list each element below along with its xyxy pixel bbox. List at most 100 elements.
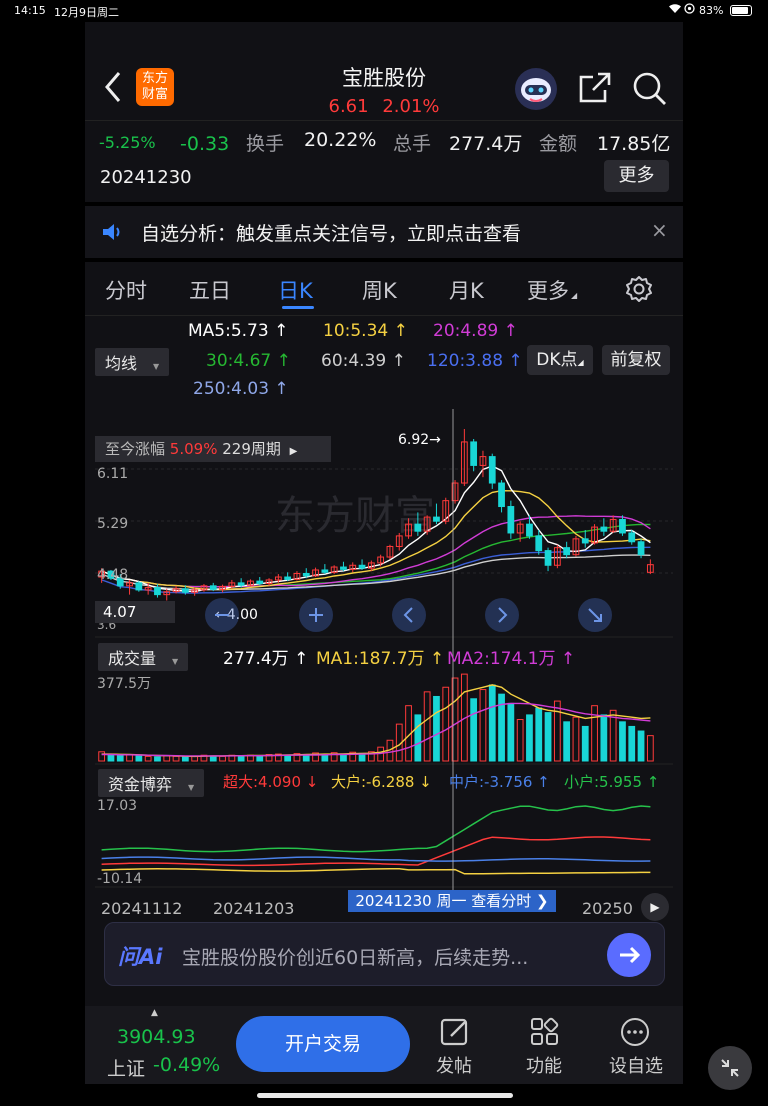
candle-down [284,576,292,580]
ma10-value: 10:5.34 ↑ [323,321,408,341]
functions-button[interactable]: 功能 [515,1014,575,1080]
candle-down [526,523,533,537]
open-account-button[interactable]: 开户交易 [236,1016,410,1072]
status-bar: 14:15 12月9日周二 83% [0,0,768,22]
candle-down [488,456,496,484]
post-button[interactable]: 发帖 [425,1014,485,1080]
zoom-in-icon[interactable] [299,598,333,632]
x-axis-date-3: 20250 [582,899,633,918]
ai-send-arrow-icon[interactable] [607,933,651,977]
volume-bar [516,719,524,762]
volume-value: 277.4万 ↑ [223,649,309,669]
candle-down [414,523,422,532]
eastmoney-logo[interactable]: 东方 财富 [136,68,174,106]
candle-down [600,526,608,532]
search-icon[interactable] [631,70,667,110]
volume-bar [209,755,217,762]
volume-bar [646,735,654,762]
candle-down [535,535,543,552]
more-dots-icon [619,1016,651,1052]
stock-price: 6.61 [328,96,369,117]
candle-down [563,547,571,556]
volume-ma2: MA2:174.1万 ↑ [447,649,576,669]
settings-gear-icon[interactable] [625,275,653,307]
index-expand-icon[interactable]: ▲ [151,1008,158,1018]
ma250-value: 250:4.03 ↑ [193,379,289,399]
volume-bar [135,755,143,762]
tab-weekly-k[interactable]: 周K [362,275,397,305]
status-date: 12月9日周二 [54,6,119,19]
notice-close-icon[interactable]: × [651,218,668,242]
stock-change-pct: 2.01% [382,96,440,117]
capital-y-min: -10.14 [97,871,143,887]
ma30-value: 30:4.67 ↑ [206,351,291,371]
location-icon [684,3,695,17]
adjust-price-button[interactable]: 前复权 [602,345,670,375]
range-gain-box[interactable]: 至今涨幅 5.09% 229周期 ▶ [95,436,331,462]
tab-five-day[interactable]: 五日 [189,275,231,305]
quote-change: -0.33 [180,133,230,155]
index-name[interactable]: 上证 [107,1054,145,1081]
fullscreen-icon[interactable] [578,598,612,632]
ma-dropdown[interactable]: 均线 ▼ [95,348,170,376]
volume-bar [423,691,431,762]
capital-super: 超大:4.090 ↓ [223,773,319,791]
cursor-date-button[interactable]: 20241230 周一 查看分时 ❯ [348,890,556,912]
ma20-value: 20:4.89 ↑ [433,321,518,341]
candle-down [470,441,478,466]
window-collapse-icon[interactable] [708,1046,752,1090]
candle-down [544,550,552,566]
notice-bar[interactable]: 自选分析：触发重点关注信号，立即点击查看 × [85,206,683,258]
battery-percent: 83% [699,4,724,17]
candle-down [340,566,347,570]
volume-bar [544,712,552,762]
volume-bar [163,755,171,762]
volume-bar [414,714,422,762]
volume-bar [619,721,626,762]
x-axis-date-2: 20241203 [213,899,295,918]
y-axis-low1: 4.48 [97,567,129,583]
robot-assistant-icon[interactable] [513,66,559,112]
volume-bar [553,700,561,762]
volume-bar [628,725,636,762]
volume-bar [526,714,533,762]
candle-down [209,585,217,590]
dk-point-button[interactable]: DK点◢ [527,345,593,375]
ma60-line [101,554,651,591]
capital-large: 大户:-6.288 ↓ [331,773,432,791]
tab-intraday[interactable]: 分时 [105,275,147,305]
scroll-right-icon[interactable]: ▶ [641,893,669,921]
volume-bar [144,755,152,762]
candle-down [581,538,589,544]
ma60-value: 60:4.39 ↑ [321,351,406,371]
chart-area[interactable]: 东方财富 至今涨幅 5.09% 229周期 ▶ 6.11 5.29 4.48 3… [85,409,683,932]
pan-left-icon[interactable] [392,598,426,632]
capital-small: 小户:5.955 ↑ [564,773,660,791]
post-label: 发帖 [436,1056,472,1077]
set-favorite-button[interactable]: 设自选 [605,1014,669,1080]
volume-dropdown[interactable]: 成交量 ▼ [98,643,189,671]
pan-right-icon[interactable] [485,598,519,632]
share-icon[interactable] [577,70,613,110]
volume-bar [154,756,161,762]
capital-y-max: 17.03 [97,798,138,814]
stock-price-change: 6.61 2.01% [284,96,484,117]
candle-down [256,580,264,584]
volume-bar [563,721,571,762]
quote-amount: 17.85亿 [597,133,671,155]
candle-down [507,506,515,534]
tab-daily-k[interactable]: 日K [278,275,313,305]
index-change[interactable]: -0.49% [153,1054,220,1076]
index-value[interactable]: 3904.93 [117,1026,196,1048]
volume-bar [256,755,264,762]
zoom-out-icon[interactable] [205,598,239,632]
back-icon[interactable] [103,70,123,108]
tab-monthly-k[interactable]: 月K [449,275,484,305]
period-tabs: 分时 五日 日K 周K 月K 更多 ◢ [85,262,683,316]
candle-down [358,564,366,569]
more-button[interactable]: 更多 [604,160,669,192]
tab-more[interactable]: 更多 ◢ [527,275,577,305]
capital-dropdown[interactable]: 资金博弈 ▼ [98,769,205,797]
home-indicator[interactable] [257,1093,513,1098]
ai-question-bar[interactable]: 问Ai 宝胜股份股价创近60日新高，后续走势... [104,922,665,986]
